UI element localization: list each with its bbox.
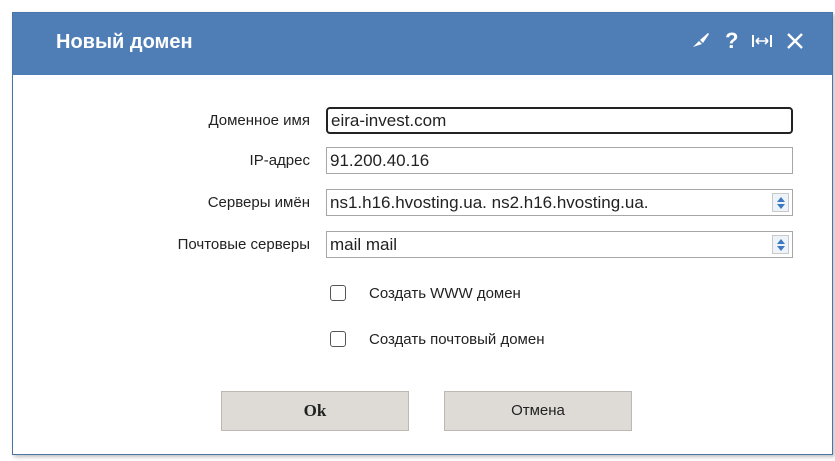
ip-address-label: IP-адрес xyxy=(249,152,310,169)
mail-servers-label: Почтовые серверы xyxy=(177,236,310,253)
name-servers-label: Серверы имён xyxy=(207,194,310,211)
create-mail-label[interactable]: Создать почтовый домен xyxy=(369,331,545,348)
create-www-label[interactable]: Создать WWW домен xyxy=(369,285,521,302)
ip-address-input[interactable]: 91.200.40.16 xyxy=(326,147,793,174)
name-servers-input[interactable]: ns1.h16.hvosting.ua. ns2.h16.hvosting.ua… xyxy=(326,189,793,216)
new-domain-dialog: Новый домен ? Доменное имя eira-invest.c… xyxy=(12,12,833,455)
mail-servers-input[interactable]: mail mail xyxy=(326,231,793,258)
brush-icon[interactable] xyxy=(691,31,711,54)
help-icon[interactable]: ? xyxy=(725,28,738,54)
domain-name-label: Доменное имя xyxy=(208,112,310,129)
ok-button[interactable]: Ok xyxy=(221,391,409,431)
name-servers-value: ns1.h16.hvosting.ua. ns2.h16.hvosting.ua… xyxy=(330,193,649,212)
cancel-button[interactable]: Отмена xyxy=(444,391,632,431)
dialog-titlebar[interactable]: Новый домен ? xyxy=(13,13,832,75)
mail-servers-value: mail mail xyxy=(330,235,398,254)
domain-name-input[interactable]: eira-invest.com xyxy=(326,107,793,134)
create-www-checkbox[interactable] xyxy=(330,285,346,301)
expand-icon[interactable] xyxy=(772,193,789,212)
close-icon[interactable] xyxy=(785,31,805,56)
ip-address-value: 91.200.40.16 xyxy=(330,151,430,170)
resize-icon[interactable] xyxy=(751,33,773,54)
dialog-title: Новый домен xyxy=(56,31,193,53)
domain-name-value: eira-invest.com xyxy=(331,111,447,130)
expand-icon[interactable] xyxy=(772,235,789,254)
create-mail-checkbox[interactable] xyxy=(330,331,346,347)
